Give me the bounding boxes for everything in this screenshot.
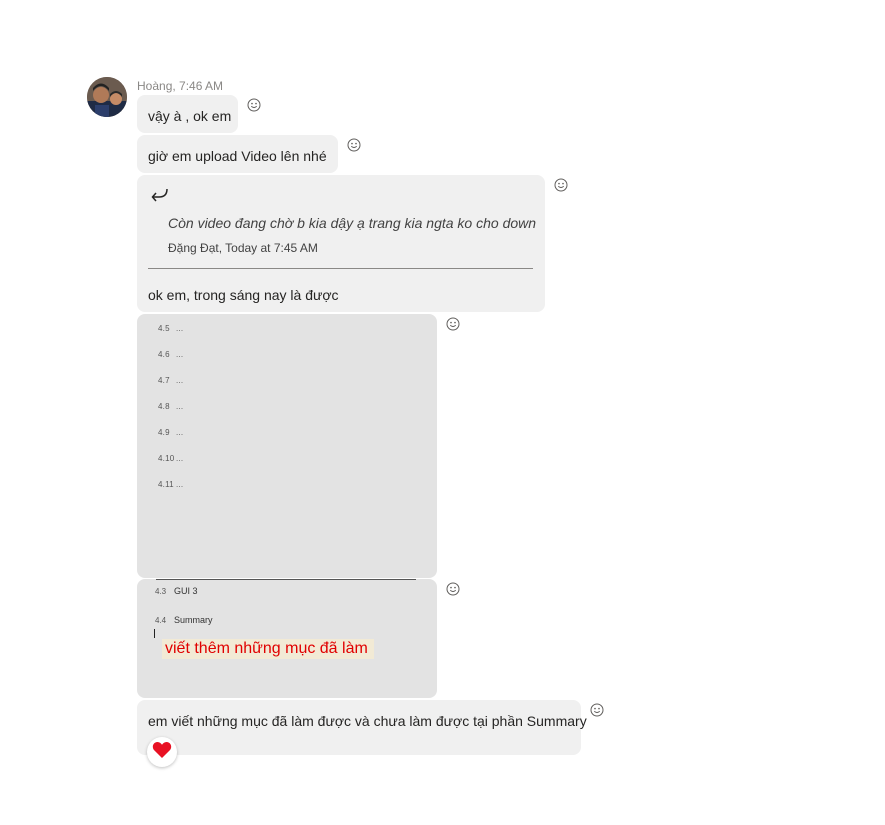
message-text: giờ em upload Video lên nhé [148, 148, 327, 164]
message-bubble[interactable]: em viết những mục đã làm được và chưa là… [137, 700, 587, 755]
smiley-icon[interactable] [247, 98, 261, 112]
message-text: ok em, trong sáng nay là được [148, 287, 339, 303]
image-attachment[interactable]: 4.3 GUI 3 4.4 Summary viết thêm những mục … [137, 579, 437, 698]
message-bubble[interactable]: giờ em upload Video lên nhé [137, 135, 338, 173]
heart-icon [152, 741, 172, 764]
avatar[interactable] [87, 77, 127, 117]
message-bubble[interactable]: vậy à , ok em [137, 95, 238, 133]
doc-line: 4.6... [158, 350, 184, 359]
doc-line: 4.7... [158, 376, 184, 385]
message-text: em viết những mục đã làm được và chưa là… [148, 713, 587, 729]
sender-name-time: Hoàng, 7:46 AM [137, 79, 224, 93]
doc-heading: 4.3 GUI 3 [155, 586, 198, 596]
smiley-icon[interactable] [347, 138, 361, 152]
doc-line: 4.10... [158, 454, 184, 463]
reaction-badge[interactable] [147, 737, 177, 767]
doc-line: 4.9... [158, 428, 184, 437]
message-text: vậy à , ok em [148, 108, 232, 124]
annotation-text: viết thêm những mục đã làm [162, 639, 374, 659]
doc-line: 4.5... [158, 324, 184, 333]
smiley-icon[interactable] [554, 178, 568, 192]
smiley-icon[interactable] [590, 703, 604, 717]
doc-line: 4.8... [158, 402, 184, 411]
smiley-icon[interactable] [446, 317, 460, 331]
doc-line: 4.11... [158, 480, 184, 489]
doc-rule [156, 579, 416, 580]
image-attachment[interactable]: 4.5... 4.6... 4.7... 4.8... 4.9... 4.10.… [137, 314, 437, 578]
doc-heading: 4.4 Summary [155, 615, 213, 625]
reply-message-bubble[interactable]: Còn video đang chờ b kia dậy ạ trang kia… [137, 175, 545, 312]
text-cursor [154, 629, 155, 638]
reply-arrow-icon [150, 187, 170, 206]
reply-divider [148, 268, 533, 269]
smiley-icon[interactable] [446, 582, 460, 596]
quoted-message-text: Còn video đang chờ b kia dậy ạ trang kia… [168, 215, 537, 231]
quoted-message-meta: Đặng Đạt, Today at 7:45 AM [168, 241, 318, 255]
